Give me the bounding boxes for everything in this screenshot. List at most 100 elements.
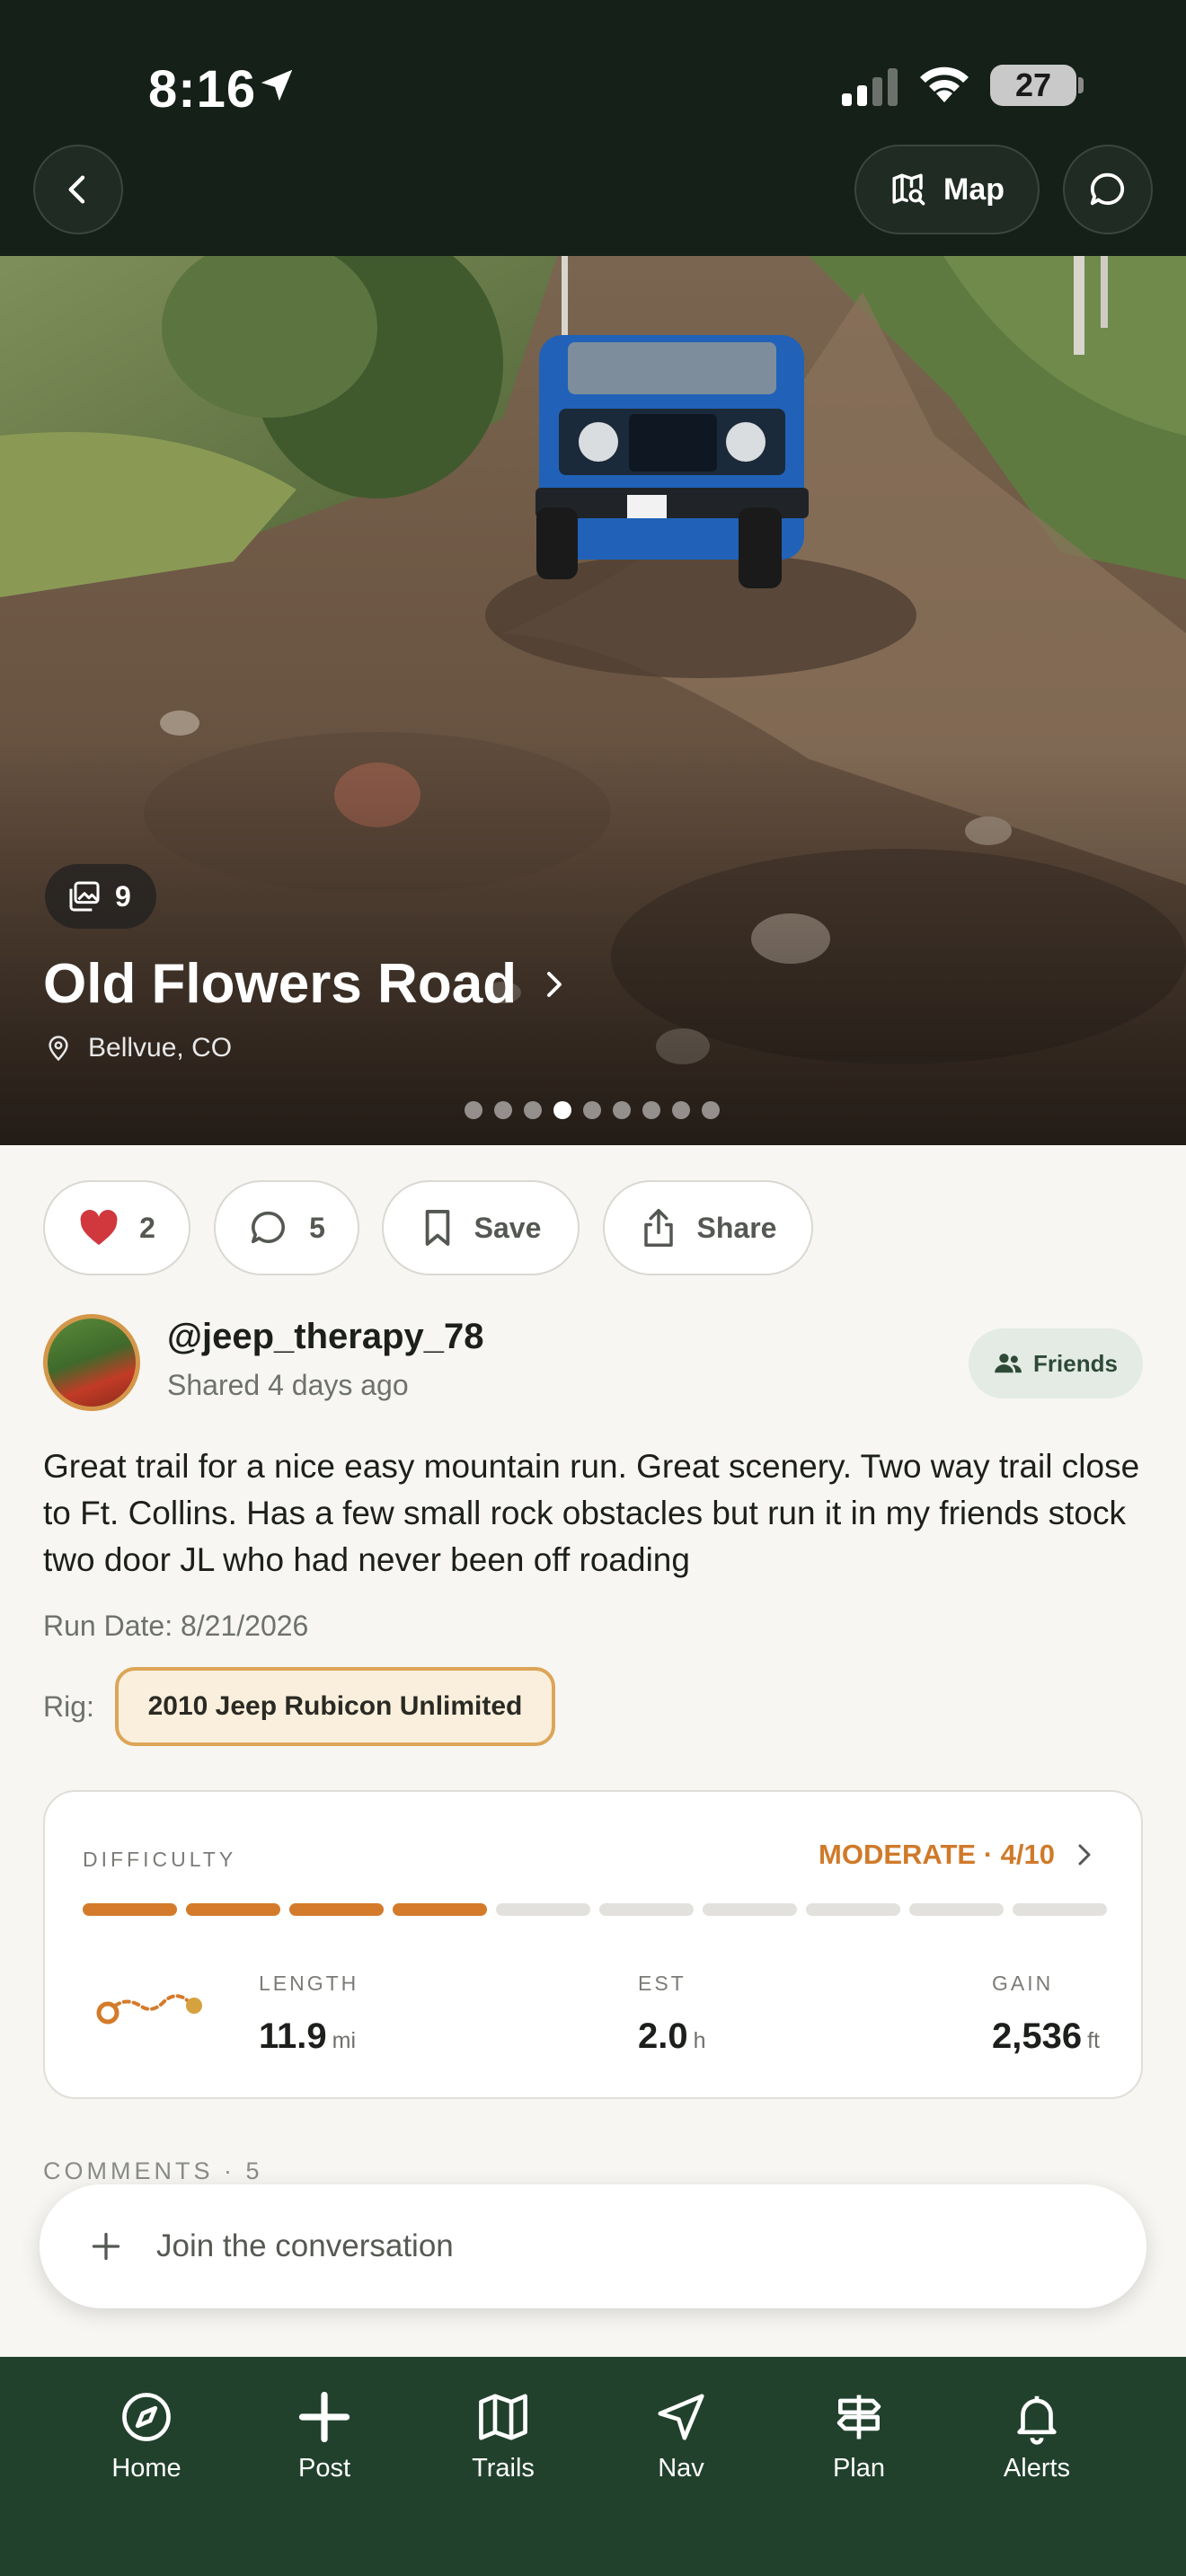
difficulty-segment [289, 1903, 384, 1916]
signpost-icon [836, 2395, 881, 2439]
bell-icon [1017, 2395, 1057, 2445]
nav-nav-label: Nav [658, 2454, 704, 2483]
wifi-icon [920, 66, 969, 102]
navigation-arrow-icon [658, 2394, 704, 2440]
like-button[interactable]: 2 [43, 1180, 190, 1275]
post-body: Great trail for a nice easy mountain run… [43, 1448, 1140, 1578]
share-icon [643, 1209, 673, 1247]
comment-bubble-icon [252, 1211, 286, 1244]
route-icon [96, 1994, 202, 2025]
visibility-badge: Friends [969, 1328, 1143, 1398]
map-icon [479, 2394, 527, 2440]
length-stat: 11.9 mi [259, 2016, 356, 2057]
photo-count-badge[interactable]: 9 [45, 864, 156, 929]
compass-icon [122, 2393, 171, 2441]
chat-bubble-icon [1090, 172, 1125, 206]
nav-home-label: Home [111, 2454, 181, 2483]
plus-icon [298, 2391, 350, 2443]
nav-trails[interactable]: Trails [431, 2389, 575, 2483]
back-button[interactable] [33, 145, 123, 234]
est-value: 2.0 [638, 2016, 688, 2056]
nav-plan[interactable]: Plan [787, 2389, 931, 2483]
avatar[interactable] [43, 1314, 140, 1411]
difficulty-segment [393, 1903, 487, 1916]
carousel-dot[interactable] [583, 1101, 601, 1119]
join-conversation-input[interactable]: Join the conversation [40, 2184, 1146, 2308]
comments-header: COMMENTS · 5 [43, 2157, 263, 2184]
map-button[interactable]: Map [854, 145, 1040, 234]
like-count: 2 [139, 1211, 155, 1244]
nav-post[interactable]: Post [252, 2389, 396, 2483]
carousel-dot[interactable] [642, 1101, 660, 1119]
nav-alerts-label: Alerts [1003, 2454, 1071, 2483]
chevron-right-icon [547, 971, 562, 997]
status-time: 8:16 [148, 60, 257, 119]
nav-home[interactable]: Home [75, 2389, 218, 2483]
map-pin-icon [49, 1036, 68, 1062]
gain-unit: ft [1087, 2028, 1101, 2053]
run-date: Run Date: 8/21/2026 [43, 1610, 309, 1642]
difficulty-segment [703, 1903, 797, 1916]
gallery-icon [69, 881, 100, 912]
difficulty-rating: MODERATE · 4/10 [819, 1839, 1055, 1870]
rig-label: Rig: [43, 1690, 94, 1723]
nav-plan-label: Plan [832, 2454, 886, 2483]
save-button[interactable]: Save [382, 1180, 580, 1275]
battery-nub [1078, 77, 1084, 93]
carousel-page-indicator[interactable] [465, 1101, 720, 1119]
difficulty-segment [806, 1903, 900, 1916]
difficulty-segment [83, 1903, 177, 1916]
shared-timestamp: Shared 4 days ago [167, 1369, 409, 1401]
map-button-label: Map [943, 172, 1005, 207]
carousel-dot[interactable] [702, 1101, 720, 1119]
friends-icon [995, 1354, 1022, 1373]
battery-level: 27 [1014, 66, 1052, 103]
nav-alerts[interactable]: Alerts [965, 2389, 1109, 2483]
rig-name: 2010 Jeep Rubicon Unlimited [147, 1691, 523, 1721]
nav-post-label: Post [297, 2454, 351, 2483]
map-search-icon [892, 173, 925, 206]
difficulty-label: DIFFICULTY [83, 1848, 237, 1871]
difficulty-value[interactable]: MODERATE · 4/10 [819, 1839, 1094, 1871]
comment-count: 5 [309, 1211, 325, 1244]
est-stat: 2.0 h [638, 2016, 706, 2057]
difficulty-segment [496, 1903, 590, 1916]
rig-badge[interactable]: 2010 Jeep Rubicon Unlimited [115, 1667, 555, 1746]
carousel-dot[interactable] [465, 1101, 482, 1119]
difficulty-meter [83, 1903, 1107, 1916]
message-button[interactable] [1063, 145, 1153, 234]
nav-trails-label: Trails [472, 2454, 535, 2483]
difficulty-segment [599, 1903, 694, 1916]
gain-label: GAIN [992, 1972, 1054, 1995]
cell-signal-icon [842, 68, 898, 106]
plus-icon [92, 2232, 120, 2261]
est-unit: h [693, 2028, 706, 2053]
carousel-dot[interactable] [672, 1101, 690, 1119]
top-bar: 8:16 27 Map [0, 0, 1186, 256]
trail-location-text: Bellvue, CO [88, 1033, 233, 1063]
comment-button[interactable]: 5 [214, 1180, 359, 1275]
gain-value: 2,536 [992, 2016, 1083, 2056]
length-unit: mi [332, 2028, 357, 2053]
carousel-dot[interactable] [494, 1101, 512, 1119]
trail-title-link[interactable]: Old Flowers Road [43, 952, 571, 1016]
carousel-dot[interactable] [613, 1101, 631, 1119]
photo-count: 9 [115, 879, 131, 913]
trail-location: Bellvue, CO [45, 1033, 232, 1063]
join-placeholder: Join the conversation [156, 2228, 454, 2263]
heart-icon [80, 1210, 118, 1246]
save-label: Save [474, 1211, 542, 1244]
chevron-left-icon [68, 175, 85, 204]
bottom-nav: Home Post Trails Nav Plan Alerts [0, 2357, 1186, 2576]
share-button[interactable]: Share [603, 1180, 813, 1275]
visibility-label: Friends [1033, 1349, 1118, 1377]
nav-nav[interactable]: Nav [609, 2389, 753, 2483]
difficulty-segment [1013, 1903, 1107, 1916]
gain-stat: 2,536 ft [992, 2016, 1100, 2057]
chevron-right-icon [1078, 1844, 1091, 1866]
carousel-dot[interactable] [553, 1101, 571, 1119]
difficulty-card[interactable]: DIFFICULTY MODERATE · 4/10 LENGTH 11.9 mi… [43, 1790, 1143, 2099]
username[interactable]: @jeep_therapy_78 [167, 1317, 484, 1357]
carousel-dot[interactable] [524, 1101, 542, 1119]
difficulty-segment [909, 1903, 1004, 1916]
